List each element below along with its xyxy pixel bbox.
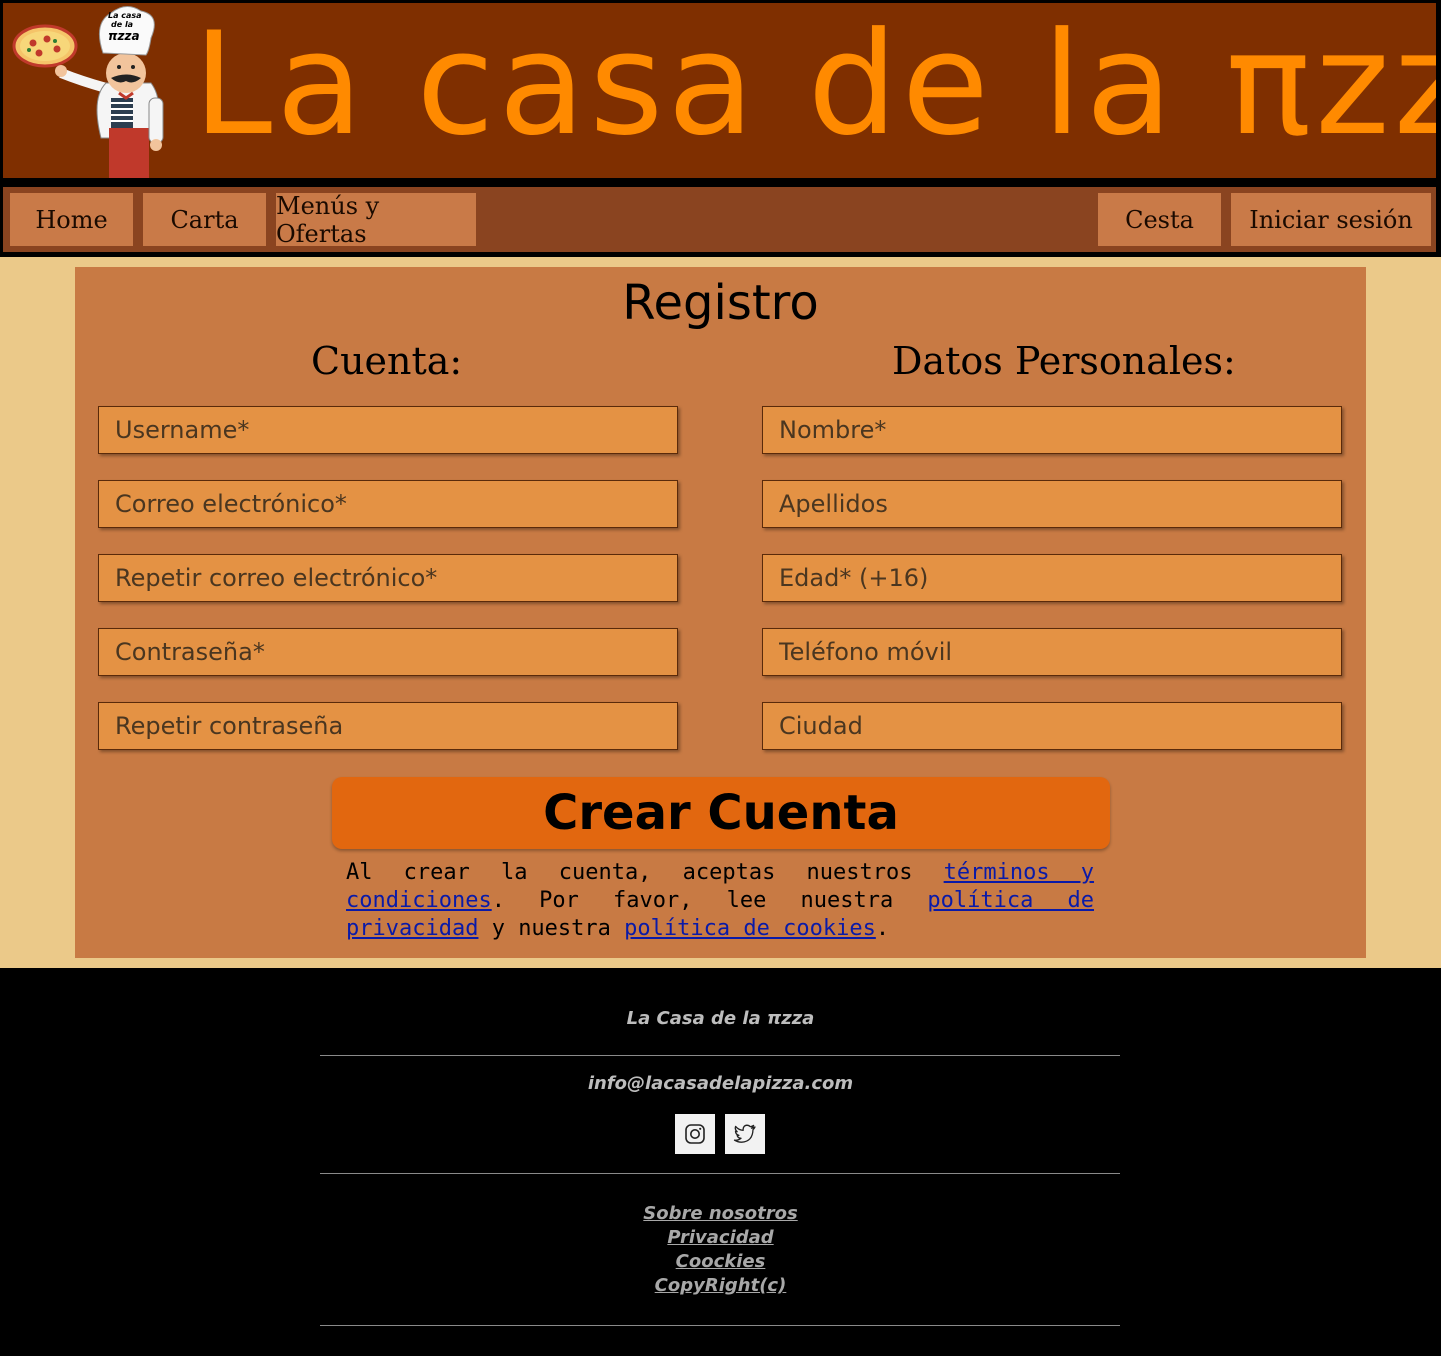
nav-carta-button[interactable]: Carta [143, 193, 266, 246]
nav-home-button[interactable]: Home [10, 193, 133, 246]
footer-email[interactable]: info@lacasadelapizza.com [0, 1073, 1441, 1094]
terms-text-2: . Por favor, lee nuestra [491, 888, 928, 913]
account-section-title: Cuenta: [311, 339, 463, 383]
instagram-icon [685, 1124, 705, 1144]
footer-links: Sobre nosotros Privacidad Coockies CopyR… [0, 1202, 1441, 1298]
nombre-input[interactable] [762, 406, 1342, 454]
form-title: Registro [622, 275, 819, 331]
chef-logo[interactable]: La casa de la πzza [11, 3, 171, 178]
footer-link-cookies[interactable]: Coockies [0, 1250, 1441, 1274]
site-title: La casa de la πzza [193, 3, 1436, 167]
email-input[interactable] [98, 480, 678, 528]
ciudad-input[interactable] [762, 702, 1342, 750]
terms-text-1: Al crear la cuenta, aceptas nuestros [346, 860, 944, 885]
personal-section-title: Datos Personales: [892, 339, 1236, 383]
footer-link-copyright[interactable]: CopyRight(c) [0, 1274, 1441, 1298]
logo-text-2: de la [111, 20, 133, 29]
nav-menus-ofertas-button[interactable]: Menús y Ofertas [276, 192, 476, 248]
nav-bar: Home Carta Menús y Ofertas Cesta Iniciar… [3, 187, 1436, 252]
footer-link-privacy[interactable]: Privacidad [0, 1226, 1441, 1250]
cookie-policy-link[interactable]: política de cookies [624, 916, 876, 941]
repeat-email-input[interactable] [98, 554, 678, 602]
nav-cesta-button[interactable]: Cesta [1098, 193, 1221, 246]
terms-text: Al crear la cuenta, aceptas nuestros tér… [346, 859, 1094, 943]
main-nav: Home Carta Menús y Ofertas Cesta Iniciar… [0, 184, 1441, 257]
telefono-input[interactable] [762, 628, 1342, 676]
header-banner: La casa de la πzza La casa de la πzza [3, 3, 1436, 178]
create-account-button[interactable]: Crear Cuenta [332, 777, 1110, 849]
footer-link-about[interactable]: Sobre nosotros [0, 1202, 1441, 1226]
footer-divider [320, 1325, 1120, 1326]
instagram-button[interactable] [675, 1114, 715, 1154]
password-input[interactable] [98, 628, 678, 676]
site-header: La casa de la πzza La casa de la πzza [0, 0, 1441, 184]
twitter-button[interactable] [725, 1114, 765, 1154]
apellidos-input[interactable] [762, 480, 1342, 528]
footer-brand: La Casa de la πzza [626, 1008, 815, 1029]
repeat-password-input[interactable] [98, 702, 678, 750]
footer-divider [320, 1055, 1120, 1056]
edad-input[interactable] [762, 554, 1342, 602]
terms-text-4: . [875, 916, 890, 941]
logo-text-1: La casa [108, 11, 142, 20]
main-content: Registro Cuenta: Datos Personales: Crear… [0, 257, 1441, 968]
terms-text-3: y nuestra [478, 916, 625, 941]
footer-divider [320, 1173, 1120, 1174]
register-form: Registro Cuenta: Datos Personales: Crear… [75, 267, 1366, 958]
twitter-icon [733, 1124, 756, 1143]
username-input[interactable] [98, 406, 678, 454]
logo-text-3: πzza [108, 29, 140, 43]
nav-login-button[interactable]: Iniciar sesión [1231, 193, 1431, 246]
site-footer: La Casa de la πzza info@lacasadelapizza.… [0, 968, 1441, 1356]
